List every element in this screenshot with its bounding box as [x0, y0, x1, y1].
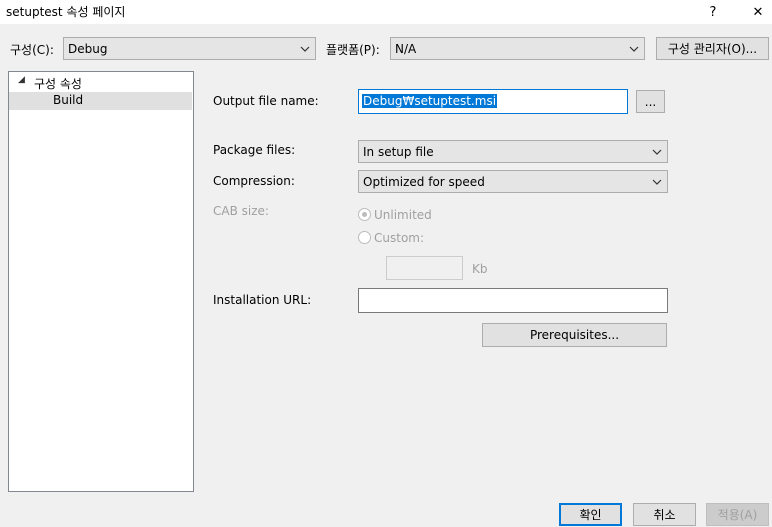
ok-button[interactable]: 확인 [559, 503, 622, 526]
apply-button[interactable]: 적용(A) [706, 503, 769, 526]
package-files-label: Package files: [213, 143, 296, 157]
compression-select[interactable]: Optimized for speed [358, 170, 668, 193]
chevron-down-icon [647, 149, 667, 155]
window-title: setuptest 속성 페이지 [6, 5, 126, 19]
package-files-select[interactable]: In setup file [358, 140, 668, 163]
unlimited-radio[interactable] [358, 208, 371, 221]
custom-radio[interactable] [358, 231, 371, 244]
unlimited-label: Unlimited [374, 208, 432, 222]
tree-item-build[interactable] [9, 92, 192, 110]
platform-value: N/A [395, 41, 417, 56]
config-value: Debug [68, 41, 108, 56]
compression-label: Compression: [213, 174, 295, 188]
expand-arrow-icon[interactable]: ◢ [18, 75, 25, 85]
close-icon[interactable]: ✕ [740, 0, 772, 24]
tree-item-build-label: Build [53, 93, 84, 107]
custom-label: Custom: [374, 231, 425, 245]
kb-label: Kb [472, 262, 488, 276]
output-file-label: Output file name: [213, 94, 319, 108]
chevron-down-icon [647, 179, 667, 185]
compression-value: Optimized for speed [363, 174, 485, 189]
output-file-value: Debug₩setuptest.msi [362, 94, 498, 108]
config-select[interactable]: Debug [63, 37, 316, 60]
installation-url-input[interactable] [358, 288, 668, 313]
platform-select[interactable]: N/A [390, 37, 645, 60]
custom-size-input[interactable] [386, 256, 463, 280]
installation-url-label: Installation URL: [213, 293, 312, 307]
tree-item-config-properties[interactable]: 구성 속성 [34, 75, 82, 92]
output-file-input[interactable]: Debug₩setuptest.msi [358, 89, 628, 114]
help-icon[interactable]: ? [695, 0, 731, 24]
platform-label: 플랫폼(P): [326, 43, 380, 57]
browse-button[interactable]: ... [636, 90, 665, 113]
config-manager-button[interactable]: 구성 관리자(O)... [656, 37, 769, 60]
config-label: 구성(C): [10, 43, 54, 57]
cancel-button[interactable]: 취소 [633, 503, 696, 526]
property-tree [8, 71, 194, 492]
chevron-down-icon [295, 46, 315, 52]
package-files-value: In setup file [363, 144, 434, 159]
prerequisites-button[interactable]: Prerequisites... [482, 323, 667, 347]
cab-size-label: CAB size: [213, 204, 269, 218]
chevron-down-icon [624, 46, 644, 52]
